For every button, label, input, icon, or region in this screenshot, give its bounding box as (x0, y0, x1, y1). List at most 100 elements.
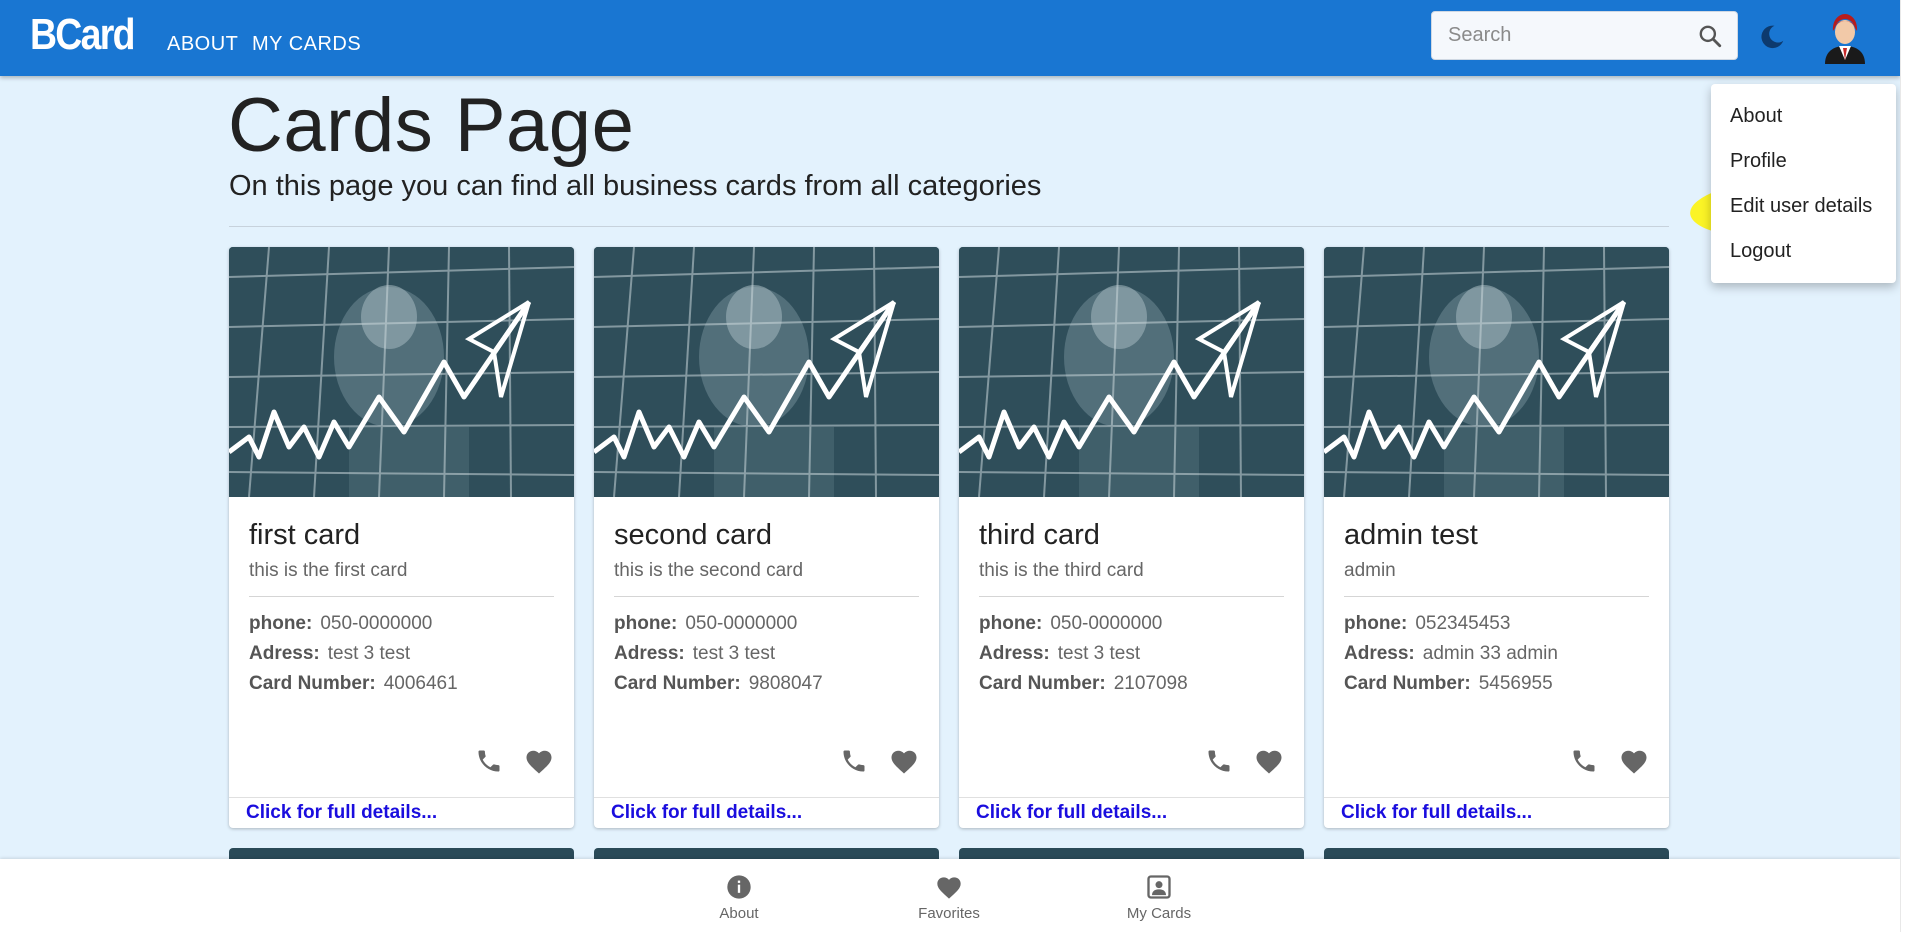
card-number-value: 2107098 (1113, 673, 1188, 694)
menu-item-logout[interactable]: Logout (1730, 240, 1791, 263)
card-number-label: Card Number: (614, 673, 741, 694)
bottom-nav-label: Favorites (918, 905, 980, 922)
business-card[interactable]: third card this is the third card phone:… (959, 247, 1304, 828)
address-value: test 3 test (692, 643, 776, 664)
card-subtitle: admin (1344, 560, 1396, 581)
full-details-link[interactable]: Click for full details... (611, 802, 802, 824)
phone-value: 050-0000000 (320, 613, 433, 634)
business-card[interactable]: first card this is the first card phone:… (229, 247, 574, 828)
phone-label: phone: (249, 613, 313, 634)
card-number-row: Card Number: 9808047 (614, 673, 823, 695)
phone-icon[interactable] (475, 747, 503, 775)
full-details-link[interactable]: Click for full details... (1341, 802, 1532, 824)
heart-icon[interactable] (889, 747, 919, 775)
card-image[interactable] (959, 247, 1304, 497)
card-footer-divider (1324, 797, 1669, 798)
card-subtitle: this is the second card (614, 560, 804, 581)
search-icon[interactable] (1697, 23, 1723, 49)
card-address-row: Adress: admin 33 admin (1344, 643, 1558, 665)
app-bar: BCard ABOUT MY CARDS (0, 0, 1900, 76)
card-address-row: Adress: test 3 test (979, 643, 1140, 665)
full-details-link[interactable]: Click for full details... (976, 802, 1167, 824)
card-title: third card (979, 519, 1100, 551)
card-number-value: 4006461 (383, 673, 458, 694)
business-card[interactable]: second card this is the second card phon… (594, 247, 939, 828)
phone-label: phone: (1344, 613, 1408, 634)
card-image[interactable] (229, 247, 574, 497)
menu-item-edit-user-details[interactable]: Edit user details (1730, 195, 1872, 218)
business-card[interactable]: admin test admin phone: 052345453 Adress:… (1324, 247, 1669, 828)
info-icon (727, 875, 751, 899)
card-subtitle: this is the first card (249, 560, 408, 581)
scrollbar[interactable] (1900, 0, 1920, 932)
full-details-link[interactable]: Click for full details... (246, 802, 437, 824)
card-number-label: Card Number: (1344, 673, 1471, 694)
address-label: Adress: (979, 643, 1050, 664)
card-number-row: Card Number: 2107098 (979, 673, 1188, 695)
card-footer-divider (594, 797, 939, 798)
bottom-navigation: About Favorites My Cards (0, 859, 1900, 932)
card-number-value: 5456955 (1478, 673, 1553, 694)
bottom-nav-my-cards[interactable]: My Cards (1099, 873, 1219, 922)
search-box (1431, 11, 1738, 60)
stock-chart-image (229, 247, 574, 497)
card-footer-divider (959, 797, 1304, 798)
phone-icon[interactable] (1570, 747, 1598, 775)
address-value: test 3 test (327, 643, 411, 664)
card-number-row: Card Number: 4006461 (249, 673, 458, 695)
phone-value: 052345453 (1415, 613, 1511, 634)
card-footer-divider (229, 797, 574, 798)
user-menu: About Profile Edit user details Logout (1711, 84, 1896, 283)
address-value: admin 33 admin (1422, 643, 1558, 664)
heart-icon[interactable] (1254, 747, 1284, 775)
logo[interactable]: BCard (30, 10, 135, 60)
bottom-nav-label: My Cards (1126, 905, 1192, 922)
avatar-icon[interactable] (1819, 8, 1871, 64)
card-title: admin test (1344, 519, 1478, 551)
card-phone-row: phone: 052345453 (1344, 613, 1510, 635)
card-number-label: Card Number: (979, 673, 1106, 694)
card-title: first card (249, 519, 361, 551)
phone-icon[interactable] (1205, 747, 1233, 775)
address-label: Adress: (1344, 643, 1415, 664)
menu-item-about[interactable]: About (1730, 105, 1782, 128)
page-title: Cards Page (228, 83, 635, 168)
stock-chart-image (594, 247, 939, 497)
card-address-row: Adress: test 3 test (249, 643, 410, 665)
bottom-nav-label: About (719, 905, 759, 922)
search-input[interactable] (1432, 24, 1682, 47)
stock-chart-image (959, 247, 1304, 497)
card-image[interactable] (1324, 247, 1669, 497)
card-separator (1344, 596, 1649, 597)
nav-my-cards-link[interactable]: MY CARDS (252, 33, 361, 56)
card-address-row: Adress: test 3 test (614, 643, 775, 665)
address-label: Adress: (614, 643, 685, 664)
phone-label: phone: (614, 613, 678, 634)
card-title: second card (614, 519, 772, 551)
page-viewport: BCard ABOUT MY CARDS Cards Page On this … (0, 0, 1900, 932)
bottom-nav-favorites[interactable]: Favorites (889, 873, 1009, 922)
moon-icon[interactable] (1757, 22, 1787, 52)
card-image[interactable] (594, 247, 939, 497)
card-separator (979, 596, 1284, 597)
phone-label: phone: (979, 613, 1043, 634)
heart-icon (937, 877, 961, 899)
divider (229, 226, 1669, 227)
nav-about-link[interactable]: ABOUT (167, 33, 238, 56)
phone-value: 050-0000000 (685, 613, 798, 634)
heart-icon[interactable] (524, 747, 554, 775)
phone-icon[interactable] (840, 747, 868, 775)
card-phone-row: phone: 050-0000000 (979, 613, 1162, 635)
menu-item-profile[interactable]: Profile (1730, 150, 1787, 173)
contact-card-icon (1147, 875, 1171, 899)
address-value: test 3 test (1057, 643, 1141, 664)
phone-value: 050-0000000 (1050, 613, 1163, 634)
stock-chart-image (1324, 247, 1669, 497)
page-subtitle: On this page you can find all business c… (229, 170, 1042, 202)
bottom-nav-about[interactable]: About (679, 873, 799, 922)
card-separator (249, 596, 554, 597)
card-subtitle: this is the third card (979, 560, 1144, 581)
heart-icon[interactable] (1619, 747, 1649, 775)
card-phone-row: phone: 050-0000000 (614, 613, 797, 635)
card-number-value: 9808047 (748, 673, 823, 694)
